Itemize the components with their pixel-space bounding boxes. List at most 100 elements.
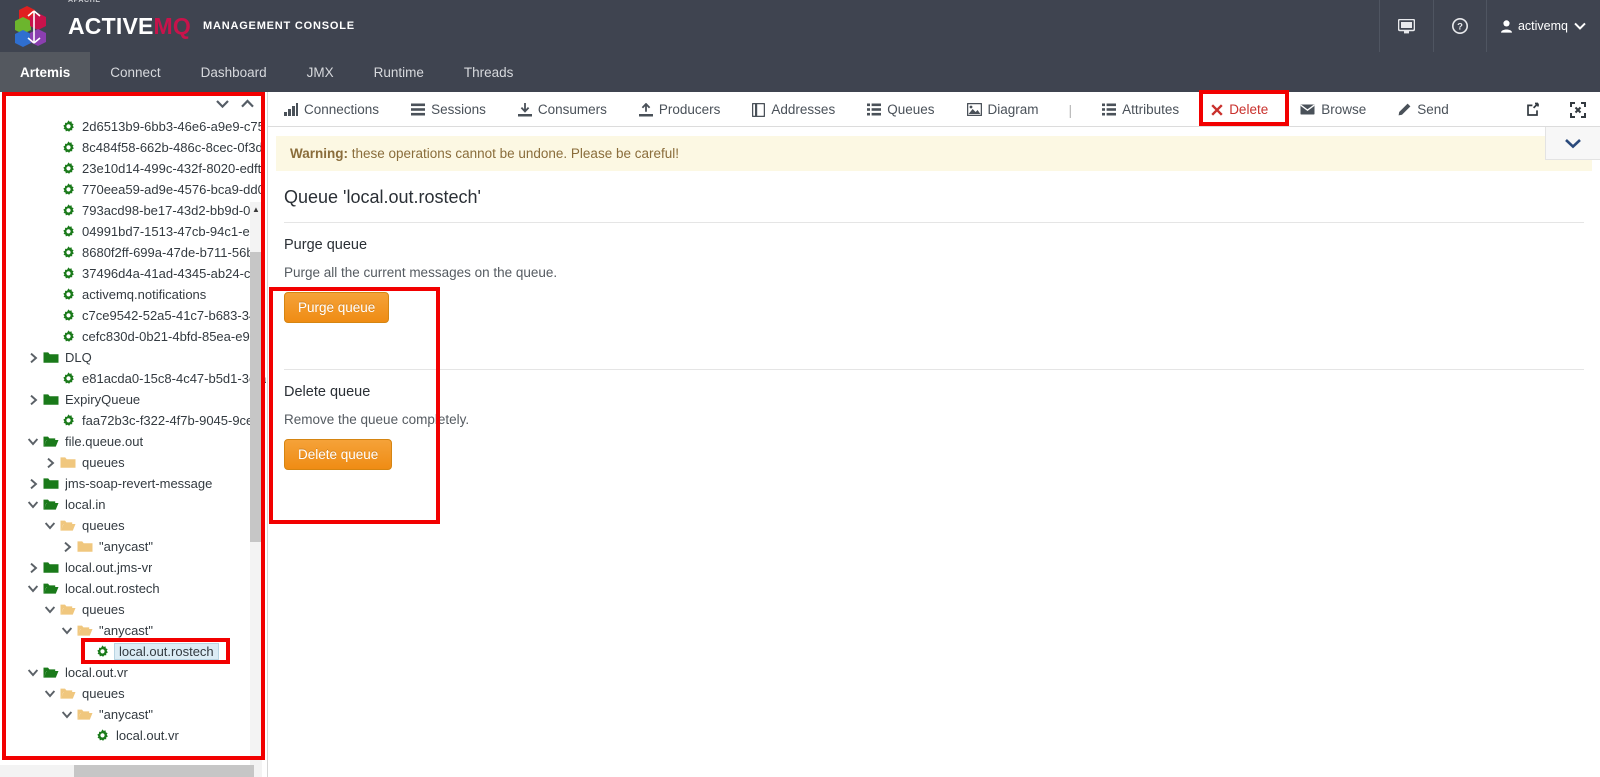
tree-toggle-chevron-right-icon[interactable] [25,394,41,406]
tab-attributes[interactable]: Attributes [1086,92,1195,127]
gear-icon [58,372,78,385]
gear-icon [58,246,78,259]
folder-tan-icon [75,540,95,553]
external-link-icon[interactable] [1512,92,1556,127]
tree-node[interactable]: activemq.notifications [0,284,268,305]
tab-diagram[interactable]: Diagram [951,92,1055,127]
sidebar-horizontal-scrollbar[interactable] [0,765,262,777]
brand-logo[interactable]: APACHE ACTIVE MQ MANAGEMENT CONSOLE [0,0,355,49]
activemq-logo-icon [14,3,58,49]
tab-connections-label: Connections [304,102,380,117]
sidebar-horizontal-scroll-thumb[interactable] [74,765,254,777]
tree-toggle-chevron-right-icon[interactable] [25,562,41,574]
upload-icon [638,102,653,116]
tree-node[interactable]: file.queue.out [0,431,268,452]
scroll-up-arrow-icon[interactable]: ▲ [250,202,262,216]
folder-tan-open-icon [58,687,78,700]
tree-toggle-chevron-down-icon[interactable] [59,626,75,635]
expand-all-chevron-up-icon[interactable] [240,99,255,109]
tree-toggle-chevron-down-icon[interactable] [59,710,75,719]
sidebar-vertical-scrollbar[interactable]: ▲ ▼ [250,202,262,777]
tree-toggle-chevron-down-icon[interactable] [25,584,41,593]
monitor-icon[interactable] [1378,0,1433,52]
tree-toggle-chevron-right-icon[interactable] [25,352,41,364]
delete-queue-button[interactable]: Delete queue [284,439,393,470]
tree-toggle-chevron-down-icon[interactable] [42,689,58,698]
sidebar-vertical-scroll-thumb[interactable] [250,252,262,542]
tree-node[interactable]: e81acda0-15c8-4c47-b5d1-3cfa [0,368,268,389]
tab-delete[interactable]: Delete [1195,92,1284,127]
tree-node[interactable]: 770eea59-ad9e-4576-bca9-dd0 [0,179,268,200]
tree-node[interactable]: "anycast" [0,704,268,725]
help-icon[interactable]: ? [1432,0,1486,52]
user-name-label: activemq [1517,19,1568,33]
tree-node-label: 8c484f58-662b-486c-8cec-0f3d [82,140,263,155]
tree-node-label: local.out.rostech [114,643,219,660]
user-menu[interactable]: activemq [1485,0,1600,52]
expand-fullscreen-icon[interactable] [1556,92,1600,127]
tree-toggle-chevron-right-icon[interactable] [25,478,41,490]
tree-node[interactable]: 8c484f58-662b-486c-8cec-0f3d [0,137,268,158]
tree-node[interactable]: 04991bd7-1513-47cb-94c1-e35 [0,221,268,242]
tree-node[interactable]: queues [0,683,268,704]
tab-consumers[interactable]: Consumers [502,92,623,127]
app-header: APACHE ACTIVE MQ MANAGEMENT CONSOLE ? ac… [0,0,1600,52]
tree-node[interactable]: jms-soap-revert-message [0,473,268,494]
folder-green-open-icon [41,498,61,511]
tree-toggle-chevron-right-icon[interactable] [59,541,75,553]
tree-node[interactable]: local.out.rostech [0,578,268,599]
tree-node[interactable]: 8680f2ff-699a-47de-b711-56b3 [0,242,268,263]
nav-item-jmx[interactable]: JMX [287,52,354,92]
tree-node-label: local.out.rostech [65,581,160,596]
tree-node[interactable]: 23e10d14-499c-432f-8020-edft [0,158,268,179]
tree-node-selected[interactable]: local.out.rostech [0,641,268,662]
tree-node[interactable]: local.out.vr [0,725,268,746]
tree-node[interactable]: "anycast" [0,536,268,557]
tree-node[interactable]: local.in [0,494,268,515]
tree-node[interactable]: 2d6513b9-6bb3-46e6-a9e9-c75 [0,116,268,137]
folder-green-icon [41,561,61,574]
tree-node[interactable]: cefc830d-0b21-4bfd-85ea-e998 [0,326,268,347]
tree-toggle-chevron-down-icon[interactable] [25,437,41,446]
tree-node[interactable]: local.out.vr [0,662,268,683]
tree-node[interactable]: ExpiryQueue [0,389,268,410]
tree-node[interactable]: DLQ [0,347,268,368]
book-icon [752,102,766,117]
tab-queues[interactable]: Queues [851,92,950,127]
tab-send[interactable]: Send [1382,92,1465,127]
tab-sessions[interactable]: Sessions [395,92,502,127]
tab-producers[interactable]: Producers [623,92,737,127]
nav-item-connect[interactable]: Connect [90,52,180,92]
tree-toggle-chevron-down-icon[interactable] [42,605,58,614]
tree-node[interactable]: queues [0,515,268,536]
nav-item-dashboard[interactable]: Dashboard [181,52,287,92]
tree-node[interactable]: queues [0,452,268,473]
tab-connections[interactable]: Connections [268,92,395,127]
main-navigation: Artemis Connect Dashboard JMX Runtime Th… [0,52,1600,92]
tab-browse[interactable]: Browse [1284,92,1382,127]
tree-toggle-chevron-down-icon[interactable] [42,521,58,530]
tree-node[interactable]: local.out.jms-vr [0,557,268,578]
tree-node-label: 04991bd7-1513-47cb-94c1-e35 [82,224,265,239]
tree-node[interactable]: c7ce9542-52a5-41c7-b683-344 [0,305,268,326]
tree-node[interactable]: "anycast" [0,620,268,641]
sidebar-tree-scroll[interactable]: 2d6513b9-6bb3-46e6-a9e9-c75 8c484f58-662b… [0,116,268,761]
nav-item-runtime[interactable]: Runtime [354,52,444,92]
tree-toggle-chevron-right-icon[interactable] [42,457,58,469]
collapse-all-chevron-down-icon[interactable] [215,99,230,109]
content-dropdown-toggle[interactable] [1545,127,1600,160]
purge-queue-button[interactable]: Purge queue [284,292,390,323]
folder-green-open-icon [41,666,61,679]
nav-item-artemis[interactable]: Artemis [0,52,91,92]
nav-item-threads[interactable]: Threads [444,52,534,92]
tree-toggle-chevron-down-icon[interactable] [25,500,41,509]
gear-icon [58,288,78,301]
tab-addresses[interactable]: Addresses [736,92,851,127]
tree-node[interactable]: 37496d4a-41ad-4345-ab24-c82 [0,263,268,284]
tree-node[interactable]: faa72b3c-f322-4f7b-9045-9ce0 [0,410,268,431]
tree-node[interactable]: 793acd98-be17-43d2-bb9d-05c [0,200,268,221]
tree-toggle-chevron-down-icon[interactable] [25,668,41,677]
tree-node-label: activemq.notifications [82,287,207,302]
sidebar-toolbar [0,92,267,116]
tree-node[interactable]: queues [0,599,268,620]
